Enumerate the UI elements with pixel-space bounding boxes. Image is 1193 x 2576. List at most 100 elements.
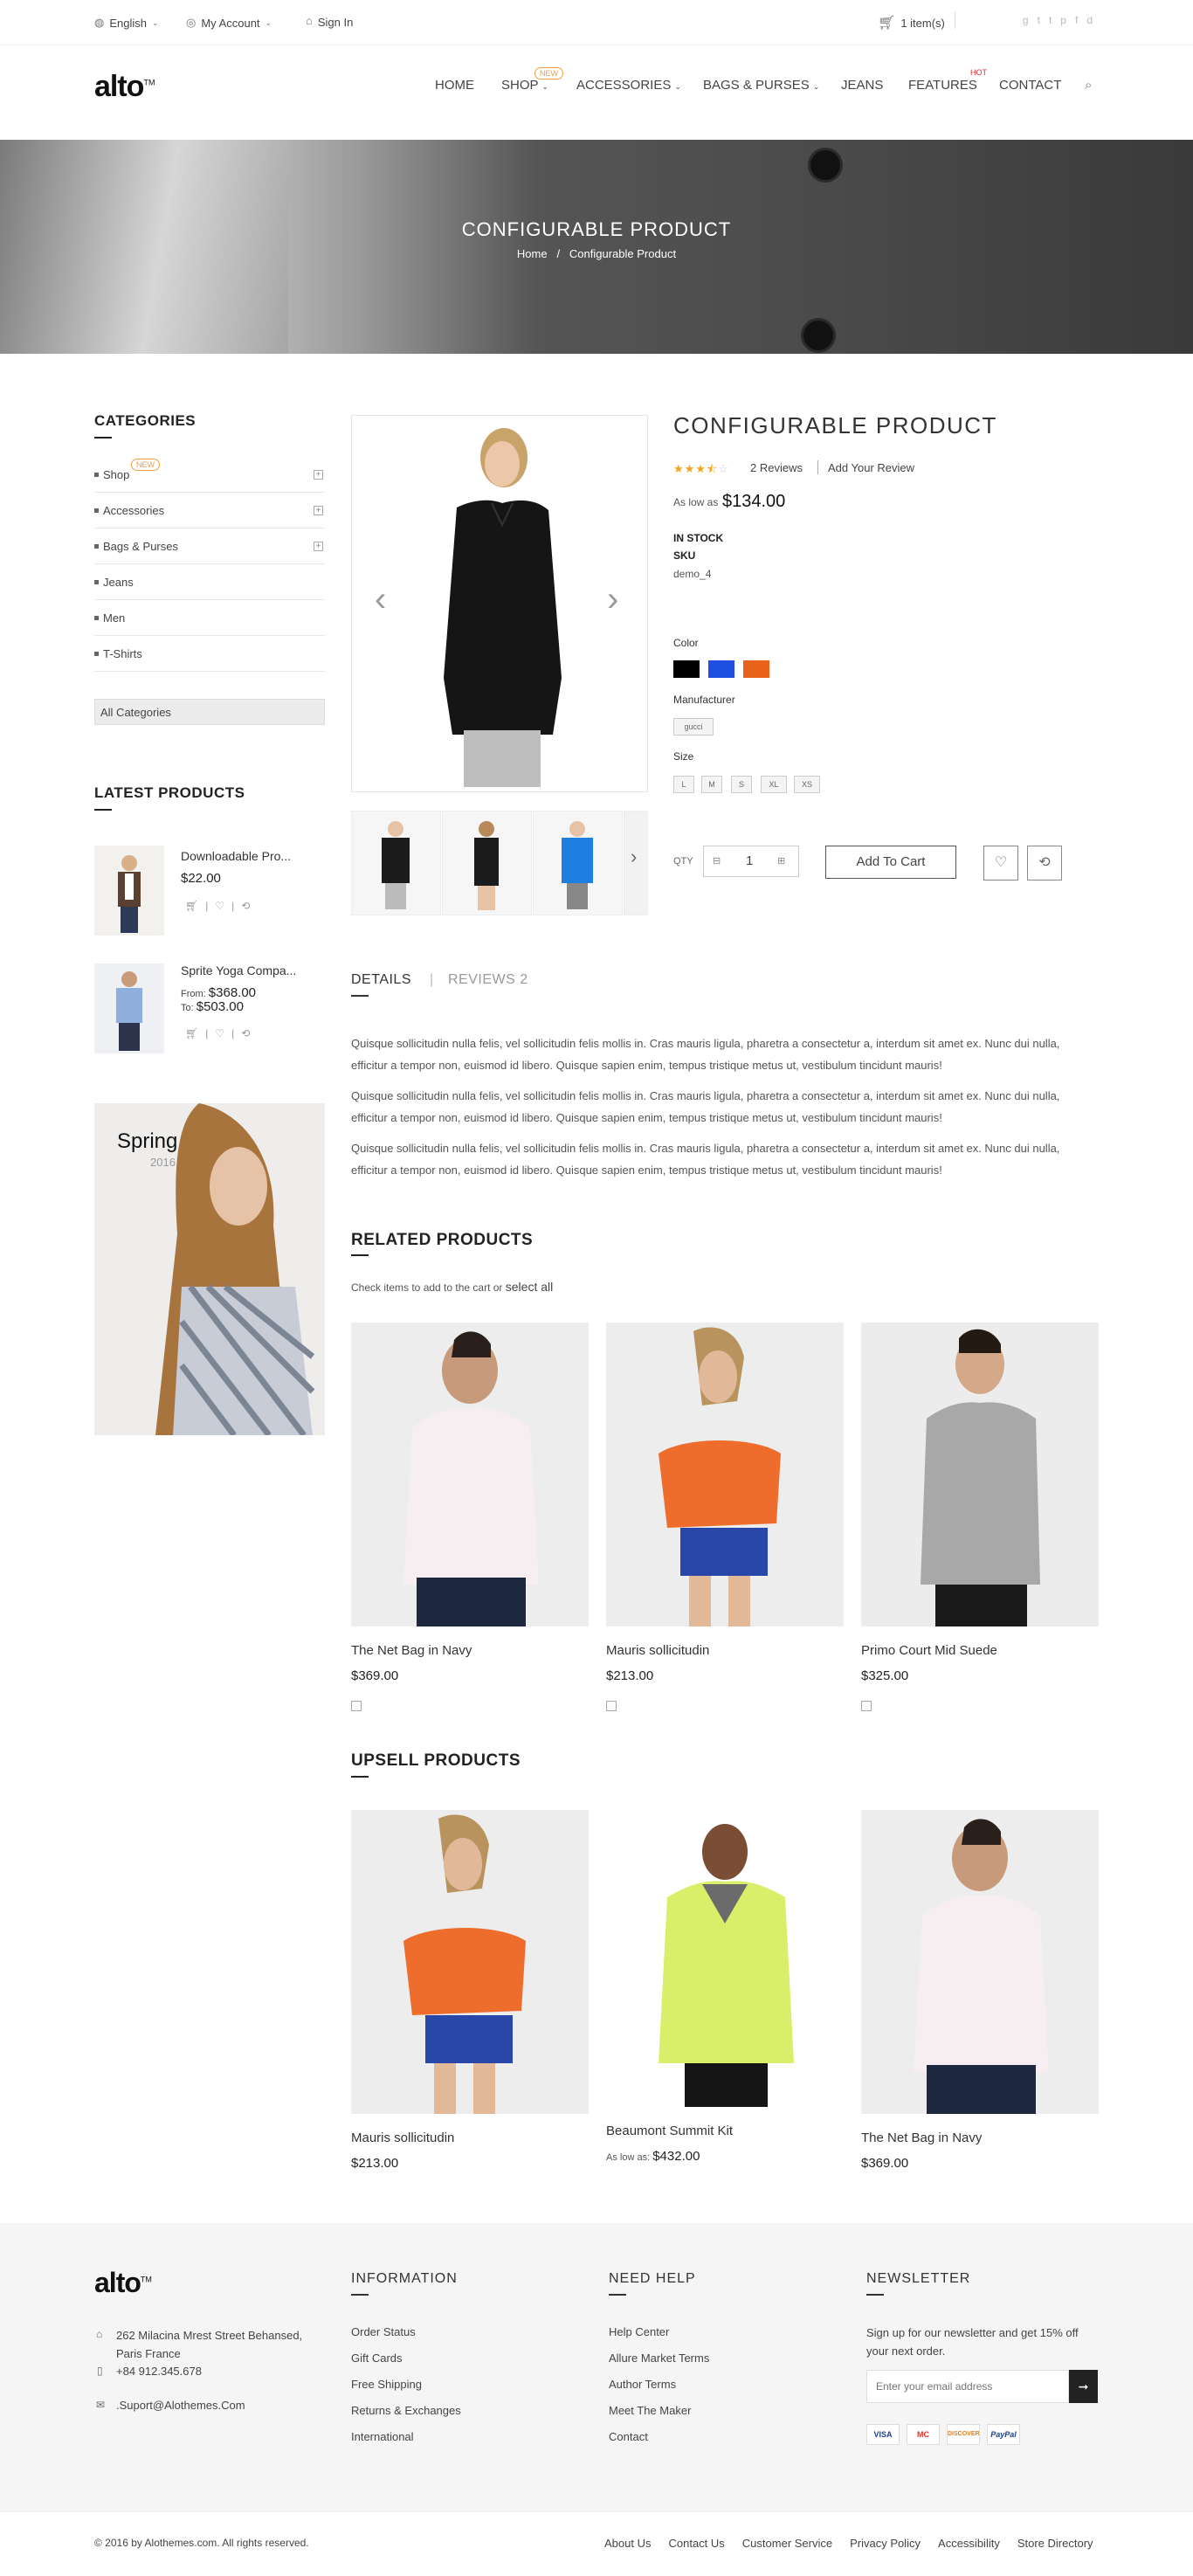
footer-link[interactable]: Order Status [351,2325,416,2338]
nav-accessories[interactable]: ACCESSORIES ⌄ [576,78,681,93]
related-product-name[interactable]: Mauris sollicitudin [606,1643,709,1658]
upsell-product-image[interactable] [606,1810,844,2114]
footer-link[interactable]: Returns & Exchanges [351,2404,461,2417]
latest-product-image[interactable] [94,846,164,936]
footer-link[interactable]: Allure Market Terms [609,2352,709,2365]
twitter-icon[interactable]: t [1038,14,1040,26]
cart-link[interactable]: 🛒︎ 1 item(s) [878,14,945,31]
cart-icon[interactable]: 🛒︎ [185,900,198,912]
footer-link[interactable]: Meet The Maker [609,2404,691,2417]
bottom-link[interactable]: Accessibility [938,2537,1000,2550]
related-product-image[interactable] [351,1323,589,1626]
footer-email[interactable]: .Suport@Alothemes.Com [116,2399,245,2412]
nav-jeans[interactable]: JEANS [841,78,883,93]
cart-icon[interactable]: 🛒︎ [185,1027,198,1039]
related-product-checkbox[interactable] [606,1701,617,1711]
latest-product-name[interactable]: Downloadable Pro... [181,849,291,863]
minus-icon[interactable]: ⊟ [713,855,721,867]
compare-icon[interactable]: ⟲ [241,1027,250,1039]
compare-icon[interactable]: ⟲ [241,900,250,912]
related-product-name[interactable]: The Net Bag in Navy [351,1643,472,1658]
thumbnails-next-arrow[interactable]: › [631,846,637,868]
compare-button[interactable]: ⟲ [1027,846,1062,881]
nav-shop[interactable]: SHOP ⌄ [501,78,548,93]
footer-logo[interactable]: altoTM [94,2267,152,2299]
footer-link[interactable]: Gift Cards [351,2352,403,2365]
footer-link[interactable]: International [351,2430,414,2443]
nav-features[interactable]: FEATURES [908,78,977,93]
size-option-l[interactable]: L [673,776,694,793]
thumbnail-3[interactable] [533,811,623,915]
footer-link[interactable]: Free Shipping [351,2378,422,2391]
nav-contact[interactable]: CONTACT [999,78,1061,93]
facebook-icon[interactable]: f [1075,14,1078,26]
related-product-image[interactable] [606,1323,844,1626]
related-product-checkbox[interactable] [351,1701,362,1711]
bottom-link[interactable]: Customer Service [742,2537,832,2550]
reviews-link[interactable]: 2 Reviews [750,461,803,474]
footer-link[interactable]: Contact [609,2430,648,2443]
plus-icon[interactable]: ⊞ [777,855,785,867]
related-product-name[interactable]: Primo Court Mid Suede [861,1643,997,1658]
add-to-cart-button[interactable]: Add To Cart [825,846,956,879]
latest-product-image[interactable] [94,963,164,1053]
color-swatch-blue[interactable] [708,660,734,678]
tumblr-icon[interactable]: t [1049,14,1052,26]
tab-details[interactable]: DETAILS [351,972,411,988]
expand-icon[interactable]: + [314,505,323,515]
upsell-product-image[interactable] [861,1810,1099,2114]
category-jeans[interactable]: Jeans [94,564,325,600]
expand-icon[interactable]: + [314,469,323,480]
add-review-link[interactable]: Add Your Review [828,461,914,474]
dribbble-icon[interactable]: d [1086,14,1093,26]
upsell-product-name[interactable]: Mauris sollicitudin [351,2131,454,2145]
size-option-m[interactable]: M [701,776,722,793]
size-option-xs[interactable]: XS [794,776,820,793]
nav-bags[interactable]: BAGS & PURSES ⌄ [703,78,819,93]
nav-home[interactable]: HOME [435,78,474,93]
signin-link[interactable]: ⌂ Sign In [306,12,353,29]
breadcrumb-home[interactable]: Home [517,247,548,260]
category-accessories[interactable]: Accessories + [94,493,325,528]
size-option-s[interactable]: S [731,776,752,793]
bottom-link[interactable]: Contact Us [668,2537,724,2550]
bottom-link[interactable]: Store Directory [1017,2537,1093,2550]
wishlist-button[interactable]: ♡ [983,846,1018,881]
thumbnail-2[interactable] [442,811,532,915]
color-swatch-orange[interactable] [743,660,769,678]
related-product-checkbox[interactable] [861,1701,872,1711]
select-all-link[interactable]: select all [506,1280,553,1294]
category-bags[interactable]: Bags & Purses + [94,528,325,564]
upsell-product-image[interactable] [351,1810,589,2114]
bottom-link[interactable]: Privacy Policy [850,2537,921,2550]
color-swatch-black[interactable] [673,660,700,678]
search-icon[interactable]: ⌕ [1085,78,1092,93]
language-selector[interactable]: ◍ English ⌄ [94,16,159,30]
account-menu[interactable]: ◎ My Account ⌄ [186,16,272,30]
spring-banner[interactable]: Spring 2016 [94,1103,325,1435]
newsletter-submit-button[interactable]: ➞ [1069,2370,1098,2403]
footer-link[interactable]: Author Terms [609,2378,676,2391]
newsletter-email-input[interactable] [866,2370,1069,2403]
product-main-image[interactable]: ‹ › [351,415,648,792]
bottom-link[interactable]: About Us [604,2537,651,2550]
heart-icon[interactable]: ♡ [215,900,224,912]
expand-icon[interactable]: + [314,541,323,551]
upsell-product-name[interactable]: The Net Bag in Navy [861,2131,982,2145]
prev-image-arrow[interactable]: ‹ [375,580,386,619]
category-tshirts[interactable]: T-Shirts [94,636,325,672]
thumbnail-1[interactable] [351,811,441,915]
google-plus-icon[interactable]: g [1023,14,1029,26]
logo[interactable]: altoTM [94,70,155,104]
size-option-xl[interactable]: XL [761,776,787,793]
latest-product-name[interactable]: Sprite Yoga Compa... [181,963,296,977]
all-categories-select[interactable]: All Categories [94,699,325,725]
category-shop[interactable]: Shop NEW + [94,457,325,493]
quantity-value[interactable]: 1 [746,853,753,868]
tab-reviews[interactable]: REVIEWS 2 [448,972,528,988]
related-product-image[interactable] [861,1323,1099,1626]
next-image-arrow[interactable]: › [607,580,618,619]
manufacturer-option[interactable]: gucci [673,718,714,736]
upsell-product-name[interactable]: Beaumont Summit Kit [606,2124,733,2138]
footer-link[interactable]: Help Center [609,2325,669,2338]
